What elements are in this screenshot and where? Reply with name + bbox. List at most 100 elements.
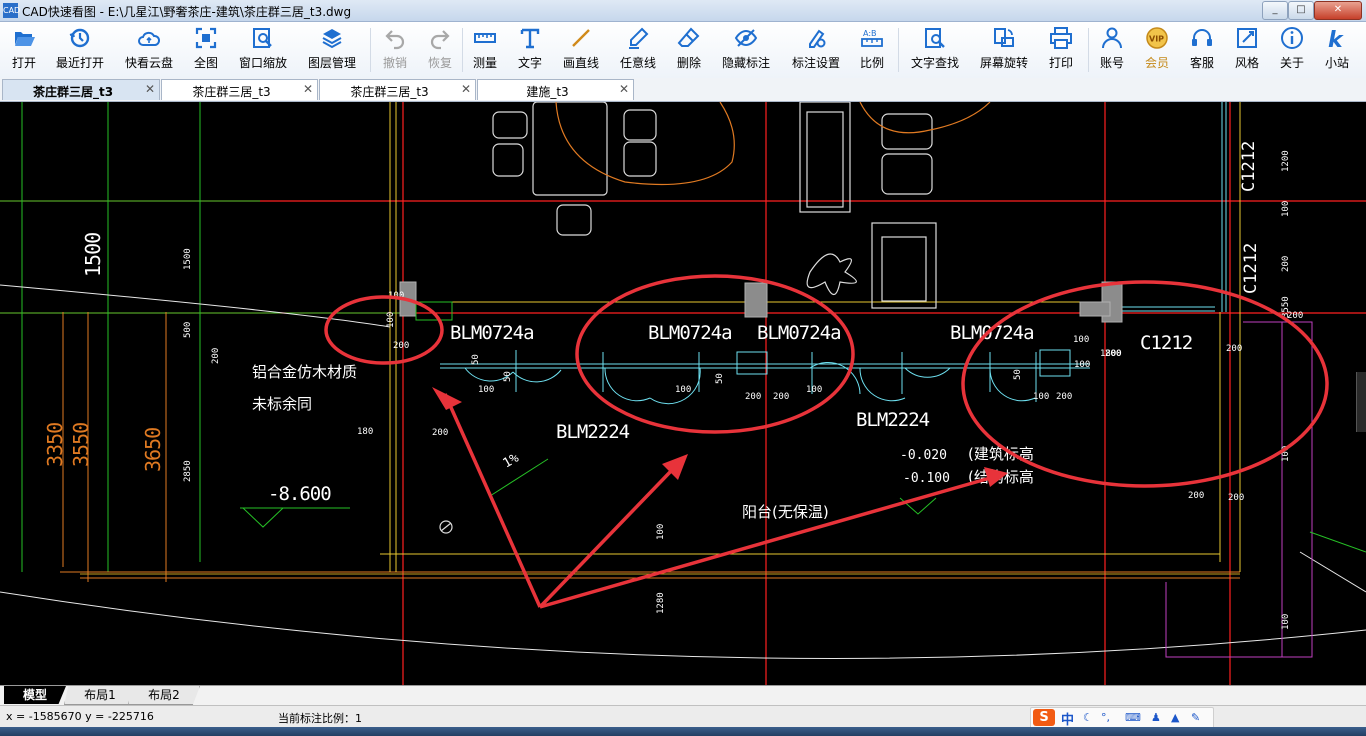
dimension-text: 1200 — [1281, 150, 1291, 172]
annotation-settings-button[interactable]: 标注设置 — [789, 26, 843, 74]
tab-layout1[interactable]: 布局1 — [64, 686, 136, 705]
dimension-text: 200 — [1228, 493, 1244, 503]
dimension-text: 100 — [1281, 201, 1291, 217]
input-method-bar[interactable]: S 中 ☾ °, ⌨ ♟ ▲ ✎ — [1030, 707, 1214, 729]
keyboard-icon[interactable]: ⌨ — [1125, 711, 1141, 724]
doc-tab-label: 建施_t3 — [526, 85, 569, 99]
user-icon[interactable]: ♟ — [1151, 711, 1161, 724]
text-button[interactable]: 文字 — [503, 26, 557, 74]
wall-column — [744, 282, 768, 318]
cursor-coordinates: x = -1585670 y = -225716 — [6, 710, 154, 723]
wall-column — [1079, 301, 1111, 317]
dimension-text: 1800 — [1100, 349, 1122, 359]
level-value: -0.100 — [903, 471, 950, 486]
ime-mode[interactable]: 中 — [1061, 709, 1074, 728]
tab-close-icon[interactable]: ✕ — [461, 82, 471, 96]
moon-icon[interactable]: ☾ — [1083, 711, 1093, 724]
dimension-text: 100 — [675, 385, 691, 395]
slope-label: 1% — [501, 451, 522, 472]
title-bar: CAD CAD快速看图 - E:\几星江\野奢茶庄-建筑\茶庄群三居_t3.dw… — [0, 0, 1366, 22]
tab-close-icon[interactable]: ✕ — [303, 82, 313, 96]
annotation-arrow — [539, 476, 991, 609]
tab-close-icon[interactable]: ✕ — [619, 82, 629, 96]
window-tag: C1212 — [1140, 332, 1192, 354]
dimension-text: 50 — [503, 371, 513, 382]
printer-icon — [1050, 27, 1072, 49]
os-taskbar — [0, 727, 1366, 736]
hide-annotations-button[interactable]: 隐藏标注 — [719, 26, 773, 74]
drawing-canvas[interactable]: BLM0724a BLM0724a BLM0724a BLM0724a C121… — [0, 102, 1366, 685]
delete-label: 删除 — [676, 56, 701, 70]
tab-close-icon[interactable]: ✕ — [145, 82, 155, 96]
doc-tab-label: 茶庄群三居_t3 — [32, 85, 114, 99]
layer-manager-button[interactable]: 图层管理 — [305, 26, 359, 74]
freehand-line-button[interactable]: 任意线 — [611, 26, 665, 74]
annotation-settings-label: 标注设置 — [791, 56, 840, 70]
close-window-button[interactable]: ✕ — [1314, 1, 1362, 20]
screen-rotate-button[interactable]: 屏幕旋转 — [977, 26, 1031, 74]
doc-tab-3[interactable]: 茶庄群三居_t3 ✕ — [319, 79, 476, 100]
dimension-text: 100 — [386, 312, 396, 328]
dimension-text: 200 — [745, 392, 761, 402]
recent-open-button[interactable]: 最近打开 — [53, 26, 107, 74]
open-button[interactable]: 打开 — [0, 26, 51, 74]
scale-button[interactable]: A:B 比例 — [845, 26, 899, 74]
text-label: 文字 — [517, 56, 542, 70]
main-toolbar: 打开 最近打开 快看云盘 全图 窗口缩放 图层管理 撤销 恢复 测量 文字 画直… — [0, 22, 1366, 79]
dimension-text: 200 — [211, 348, 221, 364]
doc-tab-2[interactable]: 茶庄群三居_t3 ✕ — [161, 79, 318, 100]
draw-line-label: 画直线 — [562, 56, 599, 70]
doc-tab-label: 茶庄群三居_t3 — [192, 85, 271, 99]
tab-model[interactable]: 模型 — [4, 686, 66, 704]
annotation-arrow — [443, 393, 542, 608]
dimension-text: 50 — [1013, 369, 1023, 380]
delete-button[interactable]: 删除 — [662, 26, 716, 74]
eye-hide-icon — [734, 29, 758, 47]
window-title: CAD快速看图 - E:\几星江\野奢茶庄-建筑\茶庄群三居_t3.dwg — [22, 5, 352, 19]
dimension-text: 1280 — [656, 592, 666, 614]
text-icon — [520, 28, 540, 49]
dimension-text: 200 — [1281, 256, 1291, 272]
dimension-text: 2850 — [183, 460, 193, 482]
dimension-text: 200 — [1188, 491, 1204, 501]
print-button[interactable]: 打印 — [1034, 26, 1088, 74]
punctuation-icon[interactable]: °, — [1101, 711, 1110, 724]
maximize-button[interactable]: □ — [1288, 1, 1314, 20]
doc-tab-1[interactable]: 茶庄群三居_t3 ✕ — [2, 79, 160, 100]
wrench-icon[interactable]: ✎ — [1191, 711, 1200, 724]
text-search-icon — [925, 28, 945, 48]
rotate-screen-icon — [994, 28, 1014, 47]
tab-layout2[interactable]: 布局2 — [128, 686, 200, 705]
opening-tag: BLM2224 — [856, 409, 930, 431]
status-bar: x = -1585670 y = -225716 当前标注比例：1 S 中 ☾ … — [0, 705, 1366, 729]
text-search-button[interactable]: 文字查找 — [908, 26, 962, 74]
skin-icon[interactable]: ▲ — [1171, 711, 1179, 724]
scroll-handle[interactable] — [1356, 372, 1366, 432]
svg-text:k: k — [1328, 28, 1344, 50]
text-search-label: 文字查找 — [910, 56, 959, 70]
dimension-text: 100 — [656, 524, 666, 540]
full-view-button[interactable]: 全图 — [179, 26, 233, 74]
doc-tab-4[interactable]: 建施_t3 ✕ — [477, 79, 634, 100]
mini-site-label: 小站 — [1324, 56, 1349, 70]
window-tag: C1212 — [1241, 243, 1261, 294]
screen-rotate-label: 屏幕旋转 — [979, 56, 1028, 70]
dimension-text: 100 — [478, 385, 494, 395]
dimension-text: 200 — [1226, 344, 1242, 354]
app-logo-icon: CAD — [3, 3, 20, 18]
window-zoom-button[interactable]: 窗口缩放 — [236, 26, 290, 74]
draw-line-button[interactable]: 画直线 — [554, 26, 608, 74]
cloud-disk-button[interactable]: 快看云盘 — [122, 26, 176, 74]
dimension-text: 100 — [1074, 360, 1090, 370]
window-zoom-label: 窗口缩放 — [238, 56, 287, 70]
dimension-text: 100 — [1281, 614, 1291, 630]
note-material: 铝合金仿木材质 — [252, 363, 357, 381]
sogou-logo-icon[interactable]: S — [1033, 709, 1055, 726]
user-icon — [1102, 27, 1122, 49]
dimension-text: 3350 — [43, 423, 67, 467]
minimize-button[interactable]: _ — [1262, 1, 1288, 20]
dimension-text: 200 — [773, 392, 789, 402]
mini-site-button[interactable]: k 小站 — [1310, 26, 1364, 74]
fullview-icon — [195, 27, 217, 49]
level-value: -0.020 — [900, 448, 947, 463]
